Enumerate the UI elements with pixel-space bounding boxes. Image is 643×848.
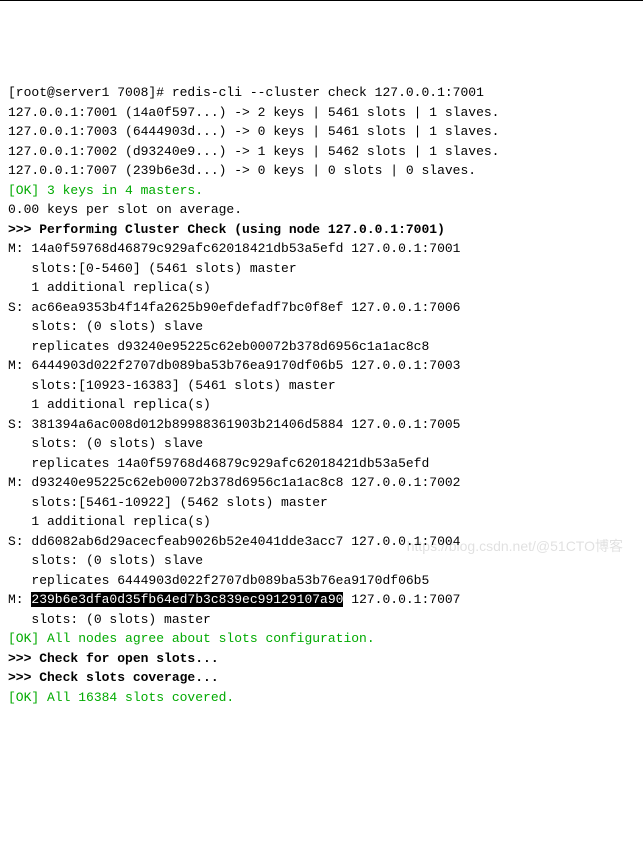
node-line-16: slots: (0 slots) slave	[8, 551, 635, 571]
node-line-8: 1 additional replica(s)	[8, 395, 635, 415]
node-line-6: M: 6444903d022f2707db089ba53b76ea9170df0…	[8, 356, 635, 376]
node-line-13: slots:[5461-10922] (5462 slots) master	[8, 493, 635, 513]
highlighted-node-id: 239b6e3dfa0d35fb64ed7b3c839ec99129107a90	[31, 592, 343, 607]
shell-prompt: [root@server1 7008]#	[8, 85, 172, 100]
cluster-check-header: >>> Performing Cluster Check (using node…	[8, 220, 635, 240]
node-line-3: S: ac66ea9353b4f14fa2625b90efdefadf7bc0f…	[8, 298, 635, 318]
node-line-15: S: dd6082ab6d29acecfeab9026b52e4041dde3a…	[8, 532, 635, 552]
avg-line: 0.00 keys per slot on average.	[8, 200, 635, 220]
node-line-0: M: 14a0f59768d46879c929afc62018421db53a5…	[8, 239, 635, 259]
summary-line-0: 127.0.0.1:7001 (14a0f597...) -> 2 keys |…	[8, 103, 635, 123]
node-line-17: replicates 6444903d022f2707db089ba53b76e…	[8, 571, 635, 591]
node-line-14: 1 additional replica(s)	[8, 512, 635, 532]
ok-slots-config: [OK] All nodes agree about slots configu…	[8, 629, 635, 649]
ok-keys-masters: [OK] 3 keys in 4 masters.	[8, 181, 635, 201]
check-open-slots: >>> Check for open slots...	[8, 649, 635, 669]
command-line: [root@server1 7008]# redis-cli --cluster…	[8, 83, 635, 103]
summary-line-3: 127.0.0.1:7007 (239b6e3d...) -> 0 keys |…	[8, 161, 635, 181]
node-line-11: replicates 14a0f59768d46879c929afc620184…	[8, 454, 635, 474]
command-text: redis-cli --cluster check 127.0.0.1:7001	[172, 85, 484, 100]
ok-slots-covered: [OK] All 16384 slots covered.	[8, 688, 635, 708]
summary-line-1: 127.0.0.1:7003 (6444903d...) -> 0 keys |…	[8, 122, 635, 142]
node-m-prefix: M:	[8, 592, 31, 607]
node-line-5: replicates d93240e95225c62eb00072b378d69…	[8, 337, 635, 357]
summary-line-2: 127.0.0.1:7002 (d93240e9...) -> 1 keys |…	[8, 142, 635, 162]
node-line-9: S: 381394a6ac008d012b89988361903b21406d5…	[8, 415, 635, 435]
node-m-suffix: 127.0.0.1:7007	[343, 592, 460, 607]
node-line-2: 1 additional replica(s)	[8, 278, 635, 298]
check-slots-coverage: >>> Check slots coverage...	[8, 668, 635, 688]
node-master-7007-slots: slots: (0 slots) master	[8, 610, 635, 630]
node-line-7: slots:[10923-16383] (5461 slots) master	[8, 376, 635, 396]
node-line-1: slots:[0-5460] (5461 slots) master	[8, 259, 635, 279]
node-master-7007: M: 239b6e3dfa0d35fb64ed7b3c839ec99129107…	[8, 590, 635, 610]
node-line-12: M: d93240e95225c62eb00072b378d6956c1a1ac…	[8, 473, 635, 493]
node-line-4: slots: (0 slots) slave	[8, 317, 635, 337]
node-line-10: slots: (0 slots) slave	[8, 434, 635, 454]
